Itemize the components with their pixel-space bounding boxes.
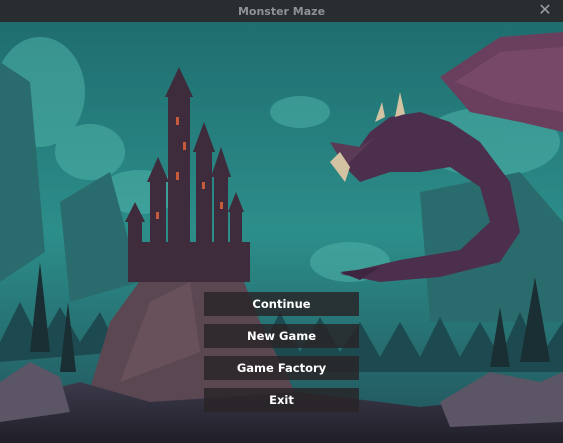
main-menu: Continue New Game Game Factory Exit: [204, 292, 359, 420]
game-factory-button[interactable]: Game Factory: [204, 356, 359, 380]
continue-button[interactable]: Continue: [204, 292, 359, 316]
exit-button[interactable]: Exit: [204, 388, 359, 412]
game-window: Monster Maze ✕ Continue New Game Game Fa…: [0, 0, 563, 443]
close-icon[interactable]: ✕: [537, 2, 553, 18]
new-game-button[interactable]: New Game: [204, 324, 359, 348]
title-bar: Monster Maze ✕: [0, 0, 563, 22]
window-title: Monster Maze: [237, 4, 326, 18]
